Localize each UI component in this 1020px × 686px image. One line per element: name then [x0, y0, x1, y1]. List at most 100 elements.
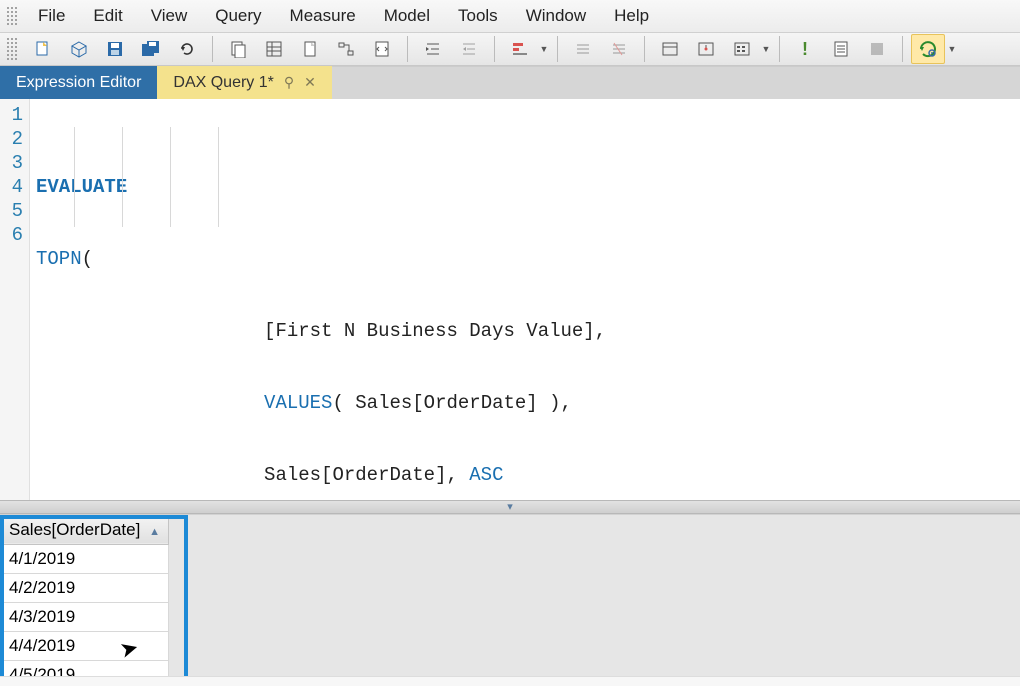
- toolbar-separator: [779, 36, 780, 62]
- indent-icon: [424, 40, 442, 58]
- open-button[interactable]: [62, 34, 96, 64]
- relation-button[interactable]: [329, 34, 363, 64]
- format-dropdown[interactable]: ▼: [539, 34, 549, 64]
- outdent-icon: [460, 40, 478, 58]
- cell-orderdate: 4/1/2019: [1, 544, 169, 573]
- cell-orderdate: 4/5/2019: [1, 660, 169, 676]
- results-panel: Sales[OrderDate] ▲ 4/1/2019 4/2/2019 4/3…: [0, 514, 1020, 677]
- uncomment-icon: [610, 40, 628, 58]
- table-row[interactable]: 4/2/2019: [1, 573, 169, 602]
- server-button[interactable]: [689, 34, 723, 64]
- column-header-orderdate[interactable]: Sales[OrderDate] ▲: [1, 515, 169, 544]
- format-button[interactable]: [503, 34, 537, 64]
- refresh-button[interactable]: [170, 34, 204, 64]
- menu-help[interactable]: Help: [600, 0, 663, 32]
- tab-label: Expression Editor: [16, 74, 141, 92]
- outdent-button[interactable]: [452, 34, 486, 64]
- window-button[interactable]: [653, 34, 687, 64]
- sort-asc-icon: ▲: [149, 526, 160, 538]
- menu-file[interactable]: File: [24, 0, 79, 32]
- line-number: 4: [0, 175, 23, 199]
- save-icon: [106, 40, 124, 58]
- toolbar-separator: [407, 36, 408, 62]
- cell-orderdate: 4/4/2019: [1, 631, 169, 660]
- toolbar: ▼ ▼ ! ▼: [0, 33, 1020, 66]
- settings-button[interactable]: [725, 34, 759, 64]
- code-text: Sales[OrderDate],: [264, 464, 469, 486]
- toolbar-separator: [644, 36, 645, 62]
- comment-button[interactable]: [566, 34, 600, 64]
- run-dropdown[interactable]: ▼: [947, 34, 957, 64]
- doc-button[interactable]: [824, 34, 858, 64]
- function-topn: TOPN: [36, 248, 82, 270]
- indent: [36, 320, 264, 342]
- script-button[interactable]: [365, 34, 399, 64]
- script-icon: [373, 40, 391, 58]
- line-number: 5: [0, 199, 23, 223]
- stop-button[interactable]: [860, 34, 894, 64]
- pin-icon[interactable]: ⚲: [284, 74, 294, 91]
- menu-tools[interactable]: Tools: [444, 0, 512, 32]
- chevron-down-icon: ▾: [507, 500, 513, 513]
- refresh-icon: [178, 40, 196, 58]
- comment-icon: [574, 40, 592, 58]
- tab-bar: Expression Editor DAX Query 1* ⚲ ✕: [0, 66, 1020, 99]
- grid-icon: [265, 40, 283, 58]
- warning-button[interactable]: !: [788, 34, 822, 64]
- cube-icon: [70, 40, 88, 58]
- window-icon: [661, 40, 679, 58]
- tab-dax-query[interactable]: DAX Query 1* ⚲ ✕: [157, 66, 331, 99]
- run-gear-icon: [918, 39, 938, 59]
- paren: (: [82, 248, 93, 270]
- copy-button[interactable]: [221, 34, 255, 64]
- copy-icon: [229, 40, 247, 58]
- dials-icon: [733, 40, 751, 58]
- settings-dropdown[interactable]: ▼: [761, 34, 771, 64]
- page-button[interactable]: [293, 34, 327, 64]
- line-number: 2: [0, 127, 23, 151]
- table-row[interactable]: 4/1/2019: [1, 544, 169, 573]
- keyword-evaluate: EVALUATE: [36, 176, 127, 198]
- line-number: 1: [0, 103, 23, 127]
- toolbar-separator: [902, 36, 903, 62]
- save-all-button[interactable]: [134, 34, 168, 64]
- splitter-handle[interactable]: ▾: [0, 500, 1020, 514]
- table-row[interactable]: 4/5/2019: [1, 660, 169, 676]
- line-number: 3: [0, 151, 23, 175]
- grid-button[interactable]: [257, 34, 291, 64]
- code-area[interactable]: EVALUATE TOPN( [First N Business Days Va…: [30, 99, 1020, 499]
- function-values: VALUES: [264, 392, 332, 414]
- menu-edit[interactable]: Edit: [79, 0, 136, 32]
- code-editor[interactable]: 1 2 3 4 5 6 EVALUATE TOPN( [First N Busi…: [0, 99, 1020, 499]
- menu-view[interactable]: View: [137, 0, 202, 32]
- cell-orderdate: 4/3/2019: [1, 602, 169, 631]
- save-button[interactable]: [98, 34, 132, 64]
- uncomment-button[interactable]: [602, 34, 636, 64]
- tab-label: DAX Query 1*: [173, 74, 273, 92]
- cell-orderdate: 4/2/2019: [1, 573, 169, 602]
- toolbar-separator: [212, 36, 213, 62]
- server-icon: [697, 40, 715, 58]
- indent: [36, 464, 264, 486]
- column-header-label: Sales[OrderDate]: [9, 520, 140, 539]
- bars-icon: [511, 40, 529, 58]
- toolbar-separator: [557, 36, 558, 62]
- menu-measure[interactable]: Measure: [276, 0, 370, 32]
- close-icon[interactable]: ✕: [304, 74, 316, 91]
- menu-model[interactable]: Model: [370, 0, 444, 32]
- grip-handle-icon[interactable]: [6, 37, 18, 61]
- menu-window[interactable]: Window: [512, 0, 600, 32]
- table-row[interactable]: 4/3/2019: [1, 602, 169, 631]
- results-table: Sales[OrderDate] ▲ 4/1/2019 4/2/2019 4/3…: [0, 515, 169, 677]
- relation-icon: [337, 40, 355, 58]
- grip-handle-icon[interactable]: [6, 6, 18, 26]
- code-text: ( Sales[OrderDate] ),: [332, 392, 571, 414]
- status-strip: [0, 676, 1020, 686]
- tab-expression-editor[interactable]: Expression Editor: [0, 66, 157, 99]
- run-button[interactable]: [911, 34, 945, 64]
- indent-button[interactable]: [416, 34, 450, 64]
- menu-query[interactable]: Query: [201, 0, 275, 32]
- code-text: [First N Business Days Value],: [264, 320, 606, 342]
- table-row[interactable]: 4/4/2019: [1, 631, 169, 660]
- new-file-button[interactable]: [26, 34, 60, 64]
